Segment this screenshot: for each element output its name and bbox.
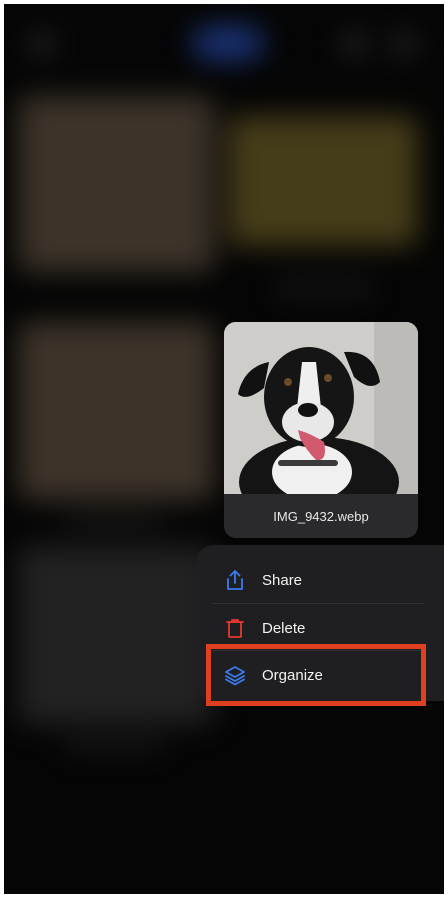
gallery-thumbnail (228, 116, 418, 246)
album-pill (192, 26, 264, 60)
back-icon (32, 34, 52, 54)
thumbnail-caption (64, 740, 164, 748)
gallery-thumbnail (18, 546, 214, 724)
select-icon (344, 34, 364, 54)
menu-item-label: Share (262, 571, 303, 589)
organize-highlight-box (206, 644, 426, 706)
photo-preview-card[interactable]: IMG_9432.webp (224, 322, 418, 538)
preview-filename: IMG_9432.webp (273, 508, 369, 524)
menu-item-share[interactable]: Share (196, 557, 444, 603)
share-icon (224, 569, 246, 591)
trash-icon (224, 617, 246, 639)
thumbnail-caption (64, 516, 164, 524)
app-screen: IMG_9432.webp Share Delete Organize (4, 4, 444, 894)
gallery-thumbnail (18, 322, 214, 500)
menu-item-label: Delete (262, 619, 306, 637)
menu-divider (212, 603, 424, 604)
thumbnail-caption (274, 284, 374, 292)
gallery-thumbnail (18, 96, 214, 272)
dog-photo (224, 322, 418, 494)
more-icon (394, 34, 414, 54)
